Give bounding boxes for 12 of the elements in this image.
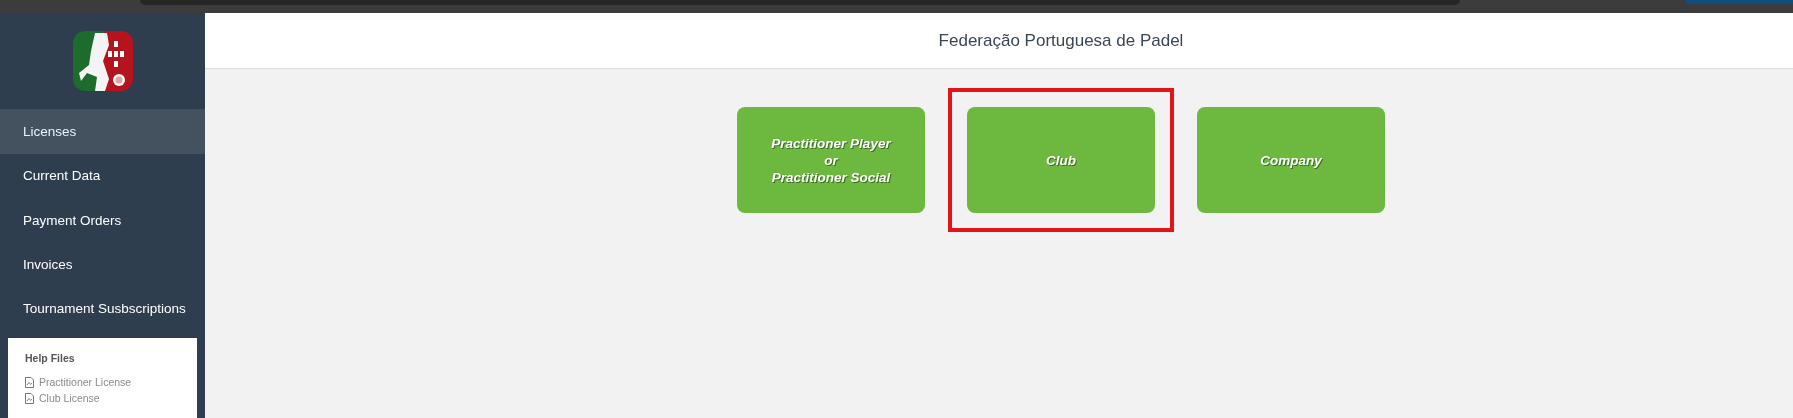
help-file-link[interactable]: Club License	[39, 392, 100, 404]
help-title: Help Files	[25, 352, 75, 364]
help-file-link[interactable]: Practitioner License	[39, 376, 132, 388]
page-title: Federação Portuguesa de Padel	[938, 30, 1184, 51]
document-icon	[25, 392, 34, 404]
document-icon	[25, 376, 34, 388]
logo-icon	[72, 31, 133, 92]
sidebar-item[interactable]: Tournament Susbscriptions	[0, 286, 205, 331]
sidebar-item[interactable]: Invoices	[0, 242, 205, 287]
sidebar-item[interactable]: Current Data	[0, 153, 205, 198]
sidebar-item[interactable]: Payment Orders	[0, 198, 205, 243]
sidebar-item[interactable]: Licenses	[0, 109, 205, 154]
